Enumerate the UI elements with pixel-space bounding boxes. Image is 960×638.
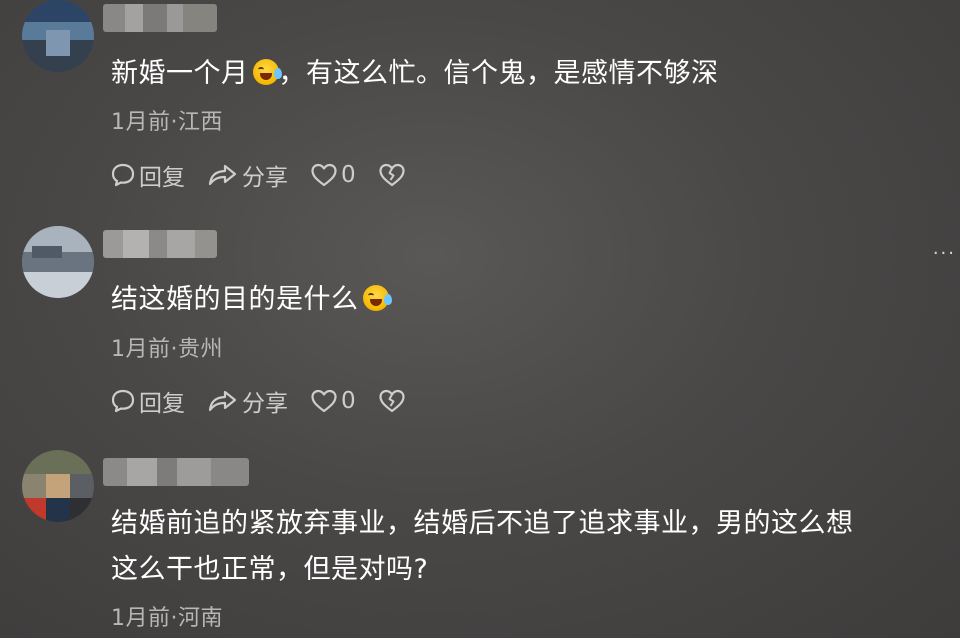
reply-label: 回复 (139, 391, 185, 417)
comment-bubble-icon (111, 163, 135, 187)
dislike-button[interactable] (378, 388, 409, 414)
reply-button[interactable]: 回复 (110, 384, 185, 418)
avatar[interactable] (22, 450, 94, 522)
crying-laughing-emoji-icon (362, 285, 392, 311)
comment-meta: 1月前·贵州 (111, 337, 223, 362)
share-arrow-icon (208, 164, 237, 186)
like-button[interactable]: 0 (310, 162, 356, 188)
like-count: 0 (341, 388, 356, 414)
reply-button[interactable]: 回复 (110, 158, 185, 192)
comment-text-part: 新婚一个月 (111, 58, 249, 89)
avatar[interactable] (22, 226, 94, 298)
share-label: 分享 (242, 391, 288, 417)
avatar[interactable] (22, 0, 94, 72)
comment-bubble-icon (111, 389, 135, 413)
heart-icon (311, 389, 337, 413)
share-arrow-icon (208, 390, 237, 412)
broken-heart-icon (379, 163, 405, 187)
username-blurred[interactable] (103, 230, 217, 258)
crying-laughing-emoji-icon (252, 59, 282, 85)
comment-text-part: ，有这么忙。信个鬼，是感情不够深 (278, 58, 719, 89)
comment-item: 结这婚的目的是什么 1月前·贵州 回复 分享 0 (0, 226, 960, 426)
comment-meta: 1月前·江西 (111, 110, 223, 135)
comment-item: 结婚前追的紧放弃事业，结婚后不追了追求事业，男的这么想 这么干也正常，但是对吗?… (0, 450, 960, 638)
share-button[interactable]: 分享 (207, 158, 288, 192)
comment-item: 新婚一个月 ，有这么忙。信个鬼，是感情不够深 1月前·江西 回复 分享 0 (0, 0, 960, 210)
comment-actions: 回复 分享 0 (110, 158, 431, 192)
broken-heart-icon (379, 389, 405, 413)
comment-text: 新婚一个月 ，有这么忙。信个鬼，是感情不够深 (111, 51, 940, 97)
comment-text-line: 这么干也正常，但是对吗? (111, 554, 429, 585)
username-blurred[interactable] (103, 4, 217, 32)
comment-text: 结婚前追的紧放弃事业，结婚后不追了追求事业，男的这么想 这么干也正常，但是对吗? (111, 501, 940, 593)
share-label: 分享 (242, 165, 288, 191)
comment-actions: 回复 分享 0 (110, 384, 431, 418)
username-blurred[interactable] (103, 458, 249, 486)
comment-text: 结这婚的目的是什么 (111, 277, 940, 323)
share-button[interactable]: 分享 (207, 384, 288, 418)
like-button[interactable]: 0 (310, 388, 356, 414)
reply-label: 回复 (139, 165, 185, 191)
like-count: 0 (341, 162, 356, 188)
comment-meta: 1月前·河南 (111, 606, 223, 631)
dislike-button[interactable] (378, 162, 409, 188)
comment-text-part: 结这婚的目的是什么 (111, 284, 359, 315)
heart-icon (311, 163, 337, 187)
comment-text-line: 结婚前追的紧放弃事业，结婚后不追了追求事业，男的这么想 (111, 508, 854, 539)
